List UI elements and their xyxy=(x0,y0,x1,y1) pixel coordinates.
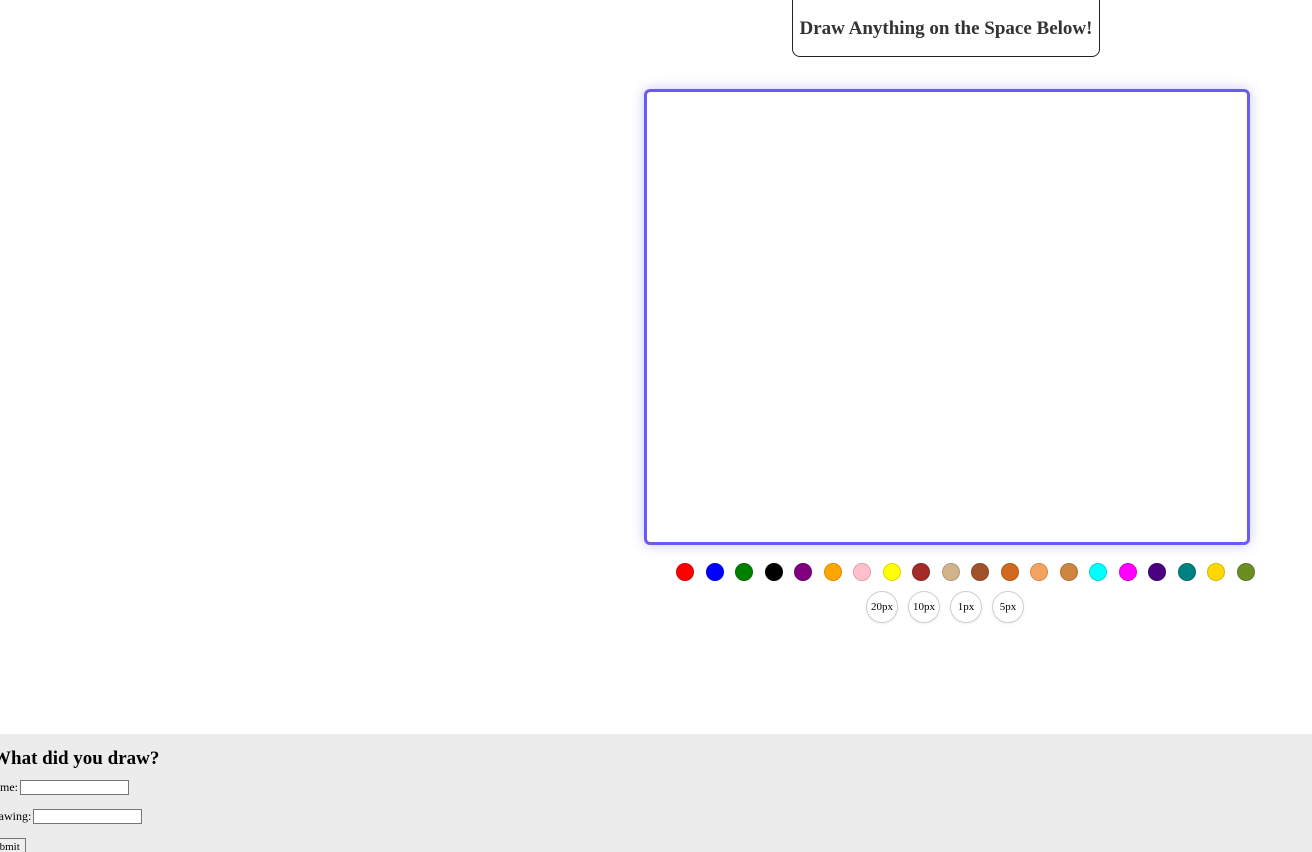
size-button-20px[interactable]: 20px xyxy=(866,591,898,623)
name-row: Name: xyxy=(0,780,159,809)
submission-form-area: What did you draw? Name: Drawing: Submit xyxy=(0,734,1312,852)
name-label: Name: xyxy=(0,780,18,794)
title-box: Draw Anything on the Space Below! xyxy=(792,0,1100,57)
color-swatch-sienna[interactable] xyxy=(971,563,989,581)
color-swatch-brown[interactable] xyxy=(912,563,930,581)
color-swatch-magenta[interactable] xyxy=(1118,563,1137,581)
color-swatch-tan[interactable] xyxy=(941,563,960,581)
color-swatch-peru[interactable] xyxy=(1059,563,1078,581)
form-heading: What did you draw? xyxy=(0,748,160,769)
color-swatch-olive[interactable] xyxy=(1236,563,1255,581)
color-palette xyxy=(676,563,1255,581)
color-swatch-teal[interactable] xyxy=(1177,563,1196,581)
color-swatch-sandy-brown[interactable] xyxy=(1030,563,1048,581)
brush-size-selector: 20px 10px 1px 5px xyxy=(866,591,1024,623)
size-button-10px[interactable]: 10px xyxy=(908,591,940,623)
color-swatch-yellow[interactable] xyxy=(882,563,901,581)
drawing-canvas[interactable] xyxy=(644,89,1250,545)
submit-row: Submit xyxy=(0,838,159,852)
page: Draw Anything on the Space Below! 20px 1… xyxy=(0,0,1312,852)
color-swatch-black[interactable] xyxy=(764,563,783,581)
submission-form: What did you draw? Name: Drawing: Submit xyxy=(0,748,159,852)
color-swatch-gold[interactable] xyxy=(1207,563,1225,581)
color-swatch-blue[interactable] xyxy=(705,563,724,581)
drawing-row: Drawing: xyxy=(0,809,159,838)
page-title: Draw Anything on the Space Below! xyxy=(799,17,1093,39)
color-swatch-cyan[interactable] xyxy=(1089,563,1107,581)
submit-button[interactable]: Submit xyxy=(0,838,26,852)
color-swatch-purple[interactable] xyxy=(794,563,812,581)
drawing-label: Drawing: xyxy=(0,809,32,823)
color-swatch-pink[interactable] xyxy=(853,563,871,581)
size-button-5px[interactable]: 5px xyxy=(992,591,1024,623)
color-swatch-orange[interactable] xyxy=(823,563,842,581)
color-swatch-green[interactable] xyxy=(735,563,753,581)
color-swatch-red[interactable] xyxy=(676,563,694,581)
size-button-1px[interactable]: 1px xyxy=(950,591,982,623)
name-input[interactable] xyxy=(20,780,129,795)
drawing-input[interactable] xyxy=(33,809,143,824)
color-swatch-chocolate[interactable] xyxy=(1000,563,1019,581)
color-swatch-indigo[interactable] xyxy=(1148,563,1166,581)
